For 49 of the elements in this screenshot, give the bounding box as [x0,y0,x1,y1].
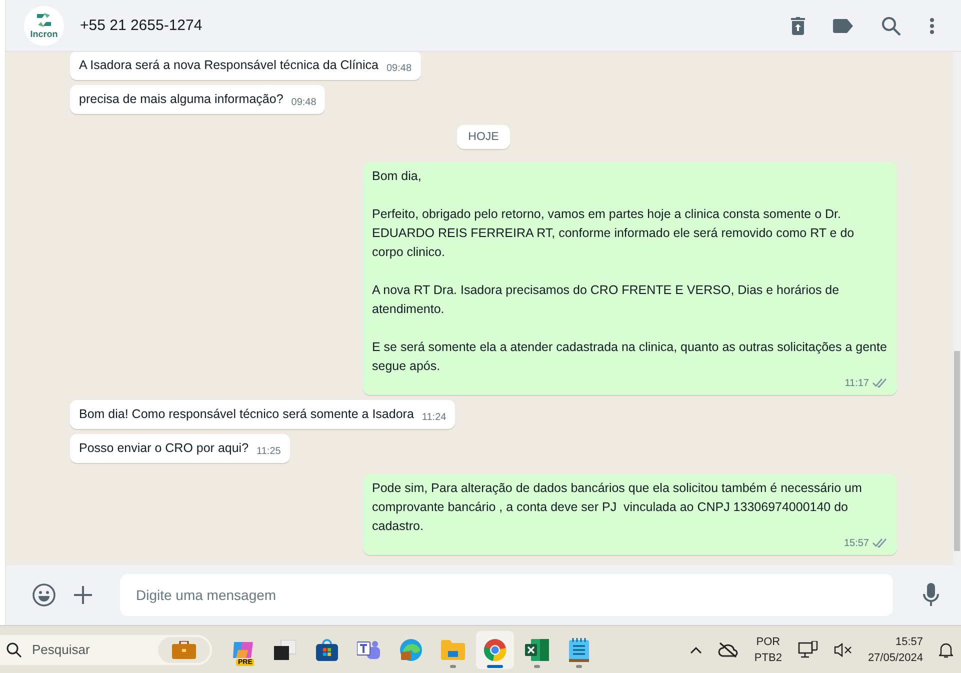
message-text: Bom dia, Perfeito, obrigado pelo retorno, vamos em partes hoje a clinica consta somente o Dr. EDUARDO REIS FERREIRA RT, conforme informado ele será removido como RT e do corpo clinico. A nova RT Dra. Isadora precisamos do CRO FRENTE E VERSO, Dias e horários de atendimento. E se será somente ela a atender cadastrada na clinica, quanto as outras solicitações a gente segue após. [372,168,888,375]
clock[interactable]: 15:57 27/05/2024 [868,634,923,666]
clock-date: 27/05/2024 [868,650,923,666]
briefcase-icon [172,640,196,658]
contact-name[interactable]: +55 21 2655-1274 [80,17,202,34]
message-time: 11:17 [844,376,869,390]
label-icon[interactable] [833,18,853,32]
speaker-muted-icon[interactable] [834,642,852,656]
cloud-off-icon[interactable] [718,642,738,658]
search-icon [6,642,22,658]
input-language[interactable]: POR PTB2 [754,634,782,666]
spreadsheet-icon [525,638,549,660]
logo-text: Incron [30,29,58,39]
wave-circle-icon [399,638,423,662]
microphone-icon[interactable] [923,583,939,607]
logo-icon [35,12,53,28]
task-view-icon [274,640,296,660]
folder-icon [441,640,465,660]
plus-icon[interactable] [74,586,92,604]
keyboard-layout: PTB2 [754,650,782,666]
trash-icon[interactable] [791,16,805,34]
message-time: 15:57 [844,536,869,550]
search-icon[interactable] [881,16,901,36]
menu-icon[interactable] [929,16,935,34]
browser-icon [483,638,507,662]
message-time: 11:25 [256,444,281,458]
taskbar-search[interactable]: Pesquisar [0,634,212,664]
date-chip: HOJE [457,125,510,149]
message-time: 09:48 [291,96,316,110]
bell-icon[interactable] [939,642,953,658]
emoji-icon[interactable] [32,583,56,607]
network-icon[interactable] [798,640,818,658]
message-text: Posso enviar o CRO por aqui? [79,440,249,457]
chevron-up-icon[interactable] [690,646,702,654]
language-code: POR [756,634,780,650]
message-text: Pode sim, Para alteração de dados bancários que ela solicitou também é necessário um comprovante bancário , a conta deve ser PJ vinculada ao CNPJ 13306974000140 do cadastro. [372,480,863,535]
clock-time: 15:57 [895,634,923,650]
message-text: precisa de mais alguma informação? [79,91,284,108]
message-text: A Isadora será a nova Responsável técnica da Clínica [79,57,378,74]
message-text: Bom dia! Como responsável técnico será somente a Isadora [79,406,414,423]
notepad-icon [569,638,589,662]
message-time: 09:48 [386,62,412,76]
people-app-icon [357,638,381,660]
message-input[interactable]: Digite uma mensagem [120,574,893,616]
search-placeholder: Pesquisar [32,642,90,657]
scrollbar[interactable] [953,52,961,565]
contact-avatar[interactable]: Incron [24,6,64,46]
message-time: 11:24 [422,410,446,424]
store-bag-icon [316,638,338,660]
